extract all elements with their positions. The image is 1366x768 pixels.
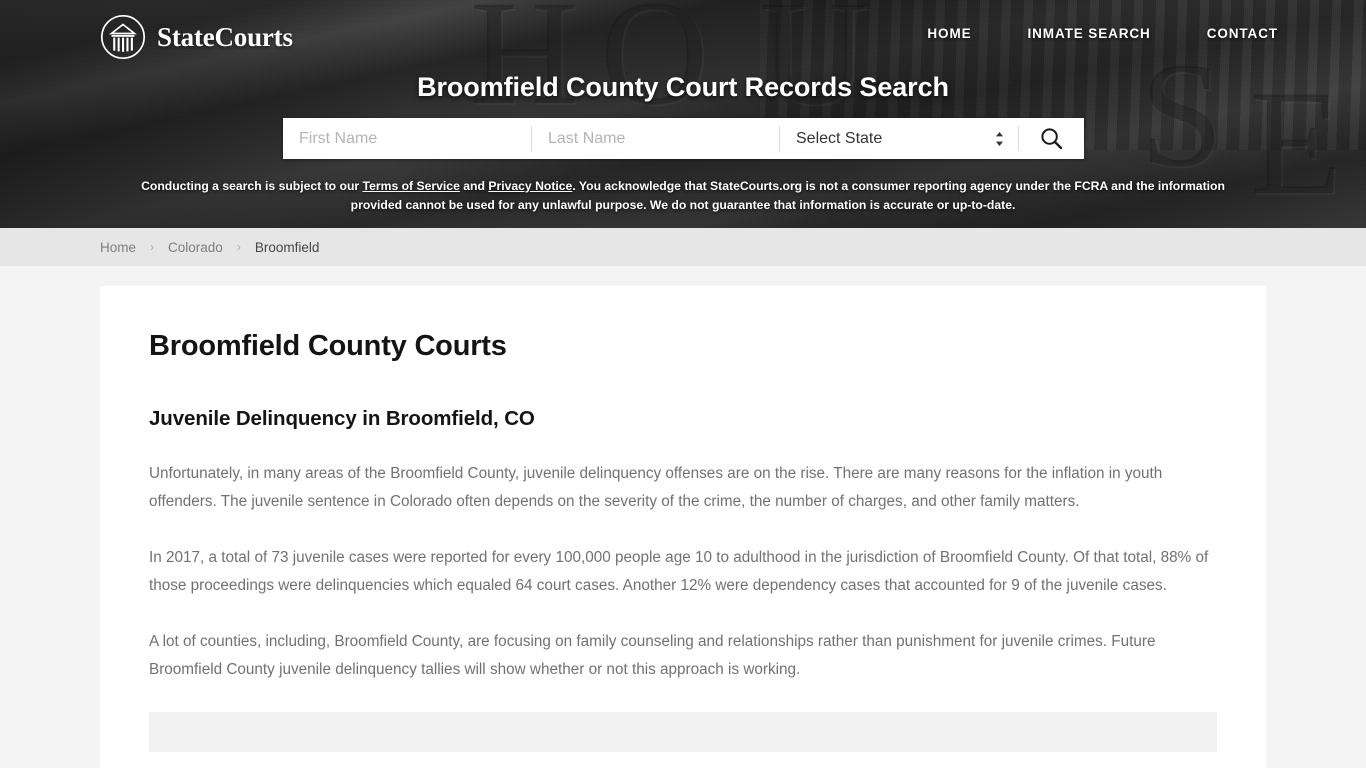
section-title: Juvenile Delinquency in Broomfield, CO	[149, 407, 535, 430]
breadcrumb-separator-1: ›	[150, 240, 155, 254]
site-logo-text: StateCourts	[157, 21, 293, 52]
chevron-up-down-icon	[996, 131, 1003, 146]
disclaimer-text-2: and	[459, 179, 489, 193]
breadcrumb-item-colorado[interactable]: Colorado	[168, 240, 223, 255]
paragraph-2: In 2017, a total of 73 juvenile cases we…	[149, 549, 1209, 594]
state-select-value: Select State	[796, 129, 883, 147]
disclaimer-text-1: Conducting a search is subject to our	[141, 179, 363, 193]
nav-link-inmate-search[interactable]: INMATE SEARCH	[1028, 26, 1151, 41]
page-title: Broomfield County Courts	[149, 330, 507, 362]
privacy-notice-link[interactable]: Privacy Notice	[488, 179, 572, 193]
site-logo[interactable]: StateCourts	[100, 14, 293, 60]
paragraph-3: A lot of counties, including, Broomfield…	[149, 633, 1156, 678]
courthouse-icon	[100, 14, 146, 60]
breadcrumb-item-broomfield: Broomfield	[254, 239, 320, 255]
last-name-input[interactable]	[532, 118, 779, 159]
terms-of-service-link[interactable]: Terms of Service	[363, 179, 460, 193]
record-search-form: Select State	[283, 118, 1084, 159]
page-body: Broomfield County Courts Juvenile Delinq…	[0, 266, 1366, 768]
magnifier-icon	[1040, 128, 1062, 150]
hero-title: Broomfield County Court Records Search	[417, 72, 949, 102]
content-placeholder-panel	[149, 712, 1217, 752]
breadcrumb-item-home[interactable]: Home	[100, 240, 136, 255]
site-header: H O U S E StateCourts HOME INMATE SEARCH…	[0, 0, 1366, 228]
nav-link-contact[interactable]: CONTACT	[1207, 26, 1278, 41]
breadcrumb: Home › Colorado › Broomfield	[100, 240, 319, 255]
state-select[interactable]: Select State	[780, 118, 1018, 159]
breadcrumb-separator-2: ›	[236, 240, 241, 254]
main-navigation: HOME INMATE SEARCH CONTACT	[927, 26, 1278, 41]
first-name-input[interactable]	[283, 118, 531, 159]
breadcrumb-bar: Home › Colorado › Broomfield	[0, 228, 1366, 266]
content-card: Broomfield County Courts Juvenile Delinq…	[100, 286, 1266, 768]
search-disclaimer: Conducting a search is subject to our Te…	[130, 177, 1236, 215]
nav-link-home[interactable]: HOME	[927, 26, 971, 41]
paragraph-1: Unfortunately, in many areas of the Broo…	[149, 465, 1163, 510]
search-submit-button[interactable]	[1019, 118, 1083, 159]
